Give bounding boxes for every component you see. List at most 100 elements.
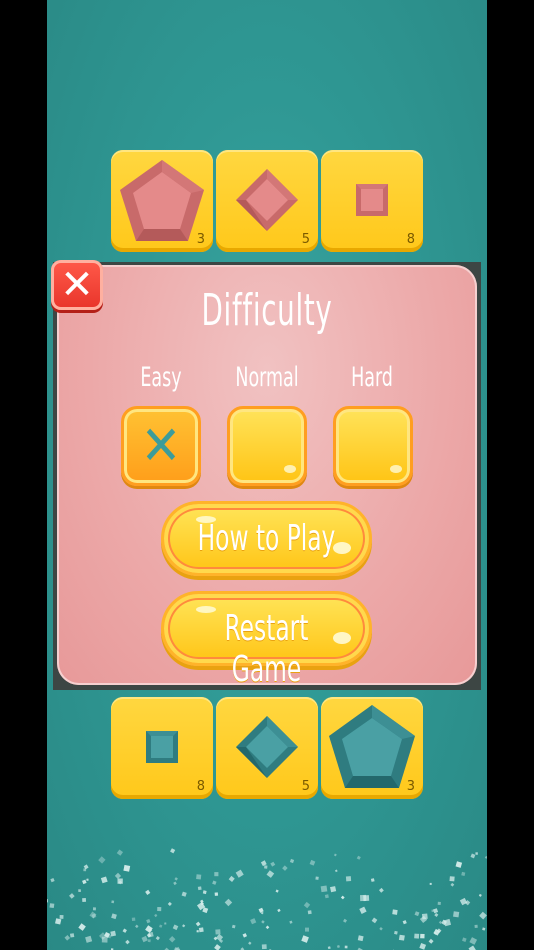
confetti-piece — [419, 943, 427, 950]
confetti-piece — [270, 861, 276, 867]
bottom-piece-pentagon[interactable]: 3 — [321, 697, 423, 799]
shine-decoration — [390, 465, 402, 473]
confetti-piece — [155, 936, 160, 941]
confetti-piece — [69, 933, 75, 938]
how-to-play-button[interactable]: How to Play — [161, 501, 372, 576]
confetti-piece — [370, 878, 375, 882]
confetti-piece — [198, 927, 204, 933]
confetti-piece — [214, 872, 219, 877]
confetti-piece — [357, 935, 364, 942]
confetti-piece — [484, 855, 487, 859]
confetti-piece — [100, 876, 108, 884]
confetti-piece — [282, 865, 288, 871]
piece-count: 8 — [406, 232, 415, 247]
confetti-piece — [83, 868, 87, 872]
confetti-piece — [111, 913, 117, 920]
close-icon: ✕ — [60, 262, 94, 308]
piece-count: 3 — [196, 232, 205, 247]
confetti-piece — [428, 938, 434, 944]
confetti-piece — [170, 848, 176, 854]
confetti-piece — [123, 864, 131, 872]
piece-count: 5 — [301, 779, 310, 794]
confetti-piece — [450, 882, 455, 887]
confetti-piece — [474, 924, 478, 929]
shine-decoration — [284, 465, 296, 473]
confetti-piece — [429, 882, 432, 885]
confetti-piece — [356, 855, 361, 860]
confetti-piece — [214, 892, 219, 896]
confetti-piece — [260, 860, 267, 867]
confetti-piece — [224, 898, 233, 907]
confetti-piece — [340, 895, 345, 900]
confetti-piece — [402, 920, 407, 925]
confetti-piece — [172, 924, 179, 931]
restart-game-button[interactable]: Restart Game — [161, 591, 372, 690]
confetti-piece — [242, 933, 248, 938]
top-piece-pentagon[interactable]: 3 — [111, 150, 213, 252]
piece-count: 8 — [196, 779, 205, 794]
difficulty-hard-option[interactable] — [333, 406, 413, 486]
bottom-piece-diamond[interactable]: 5 — [216, 697, 318, 799]
dialog-title: Difficulty — [201, 285, 333, 336]
confetti-piece — [157, 907, 162, 912]
confetti-piece — [438, 920, 443, 924]
confetti-piece — [98, 856, 106, 864]
top-piece-diamond[interactable]: 5 — [216, 150, 318, 252]
confetti-piece — [398, 934, 405, 941]
confetti-piece — [85, 935, 93, 943]
confetti-piece — [114, 872, 122, 880]
confetti-piece — [378, 887, 384, 893]
confetti-piece — [235, 869, 244, 878]
confetti-piece — [116, 849, 124, 856]
difficulty-label-normal: Normal — [235, 362, 299, 393]
confetti-piece — [78, 923, 86, 931]
confetti-piece — [459, 897, 468, 906]
confetti-piece — [47, 899, 48, 903]
confetti-piece — [455, 861, 463, 868]
bottom-piece-square[interactable]: 8 — [111, 697, 213, 799]
confetti-piece — [289, 858, 295, 864]
game-screen: 3 5 8 8 5 3 Difficulty Easy Normal Hard … — [0, 0, 534, 950]
confetti-piece — [154, 913, 158, 918]
difficulty-label-easy: Easy — [140, 362, 182, 393]
confetti-piece — [420, 933, 425, 939]
confetti-piece — [392, 909, 398, 915]
difficulty-easy-option[interactable]: ✕ — [121, 406, 201, 486]
confetti-piece — [275, 889, 279, 893]
shine-decoration — [333, 632, 351, 644]
confetti-piece — [135, 924, 139, 929]
confetti-piece — [479, 911, 487, 920]
confetti-piece — [228, 875, 235, 882]
confetti-piece — [248, 941, 252, 945]
piece-count: 3 — [406, 779, 415, 794]
top-piece-square[interactable]: 8 — [321, 150, 423, 252]
confetti-piece — [394, 930, 398, 935]
confetti-piece — [258, 907, 264, 913]
confetti-piece — [174, 877, 178, 881]
confetti-piece — [173, 881, 177, 886]
confetti-piece — [449, 876, 455, 882]
confetti-piece — [289, 920, 293, 924]
confetti-piece — [117, 878, 123, 884]
piece-count: 5 — [301, 232, 310, 247]
confetti-piece — [82, 898, 87, 902]
confetti-piece — [301, 935, 309, 943]
confetti-piece — [431, 909, 434, 913]
confetti-piece — [212, 880, 217, 885]
confetti-piece — [168, 936, 176, 943]
confetti-piece — [469, 937, 478, 945]
confetti-piece — [437, 901, 441, 906]
difficulty-normal-option[interactable] — [227, 406, 307, 486]
confetti-piece — [164, 922, 167, 925]
confetti-piece — [261, 920, 265, 924]
confetti-piece — [146, 919, 151, 924]
close-button[interactable]: ✕ — [51, 260, 103, 310]
confetti-piece — [197, 886, 202, 891]
confetti-piece — [49, 903, 55, 909]
confetti-piece — [453, 911, 460, 918]
confetti-piece — [202, 890, 207, 895]
confetti-piece — [250, 918, 257, 925]
confetti-piece — [303, 901, 311, 909]
confetti-piece — [55, 918, 62, 925]
confetti-piece — [482, 927, 486, 931]
